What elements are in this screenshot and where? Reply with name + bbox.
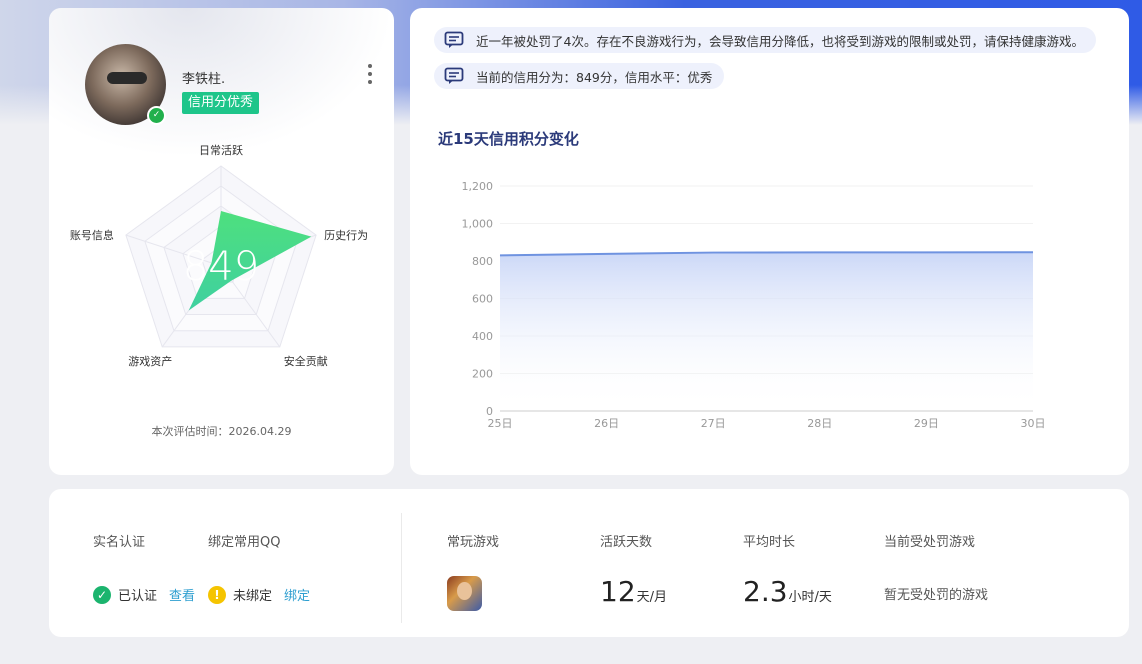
y-tick-label: 600 (472, 293, 493, 306)
credit-level-badge: 信用分优秀 (182, 92, 260, 114)
penalty-notice-text: 近一年被处罚了4次。存在不良游戏行为，会导致信用分降低，也将受到游戏的限制或处罚… (476, 33, 1084, 49)
radar-axis-label: 安全贡献 (284, 354, 328, 368)
radar-axis-label: 游戏资产 (128, 354, 172, 368)
game-icon[interactable] (447, 576, 482, 611)
penalty-notice: 近一年被处罚了4次。存在不良游戏行为，会导致信用分降低，也将受到游戏的限制或处罚… (434, 27, 1096, 53)
x-tick-label: 25日 (488, 417, 513, 430)
radar-axis-label: 历史行为 (324, 229, 368, 242)
warning-circle-icon: ! (208, 585, 226, 604)
qq-status-text: 未绑定 (233, 589, 273, 604)
x-tick-label: 30日 (1021, 417, 1046, 430)
x-tick-label: 26日 (594, 417, 619, 430)
x-tick-label: 27日 (701, 417, 726, 430)
current-score-notice: 当前的信用分为：849分，信用水平：优秀 (434, 63, 725, 89)
current-score-text: 当前的信用分为：849分，信用水平：优秀 (476, 69, 713, 85)
y-tick-label: 400 (472, 330, 493, 343)
bind-qq-link[interactable]: 绑定 (284, 585, 310, 604)
wechat-icon: ✓ (147, 106, 166, 125)
y-tick-label: 1,000 (462, 218, 494, 231)
realname-status-text: 已认证 (118, 589, 158, 604)
y-tick-label: 800 (472, 255, 493, 268)
radar-score: 849 (183, 244, 259, 290)
credit-radar-chart: 849 日常活跃历史行为安全贡献 游戏资产 账号信息 (70, 143, 368, 368)
y-tick-label: 200 (472, 368, 493, 381)
credit-chart-card: 近一年被处罚了4次。存在不良游戏行为，会导致信用分降低，也将受到游戏的限制或处罚… (410, 8, 1129, 475)
y-tick-label: 1,200 (462, 180, 494, 193)
qq-label: 绑定常用QQ (208, 535, 281, 550)
realname-status: ✓ 已认证 查看 (93, 585, 195, 604)
check-circle-icon: ✓ (93, 585, 111, 604)
active-days-value: 12 (600, 575, 636, 608)
realname-label: 实名认证 (93, 535, 146, 550)
view-realname-link[interactable]: 查看 (169, 585, 195, 604)
x-tick-label: 29日 (914, 417, 939, 430)
section-divider (401, 513, 402, 623)
more-options-icon[interactable] (365, 64, 375, 84)
radar-axis-label: 日常活跃 (199, 143, 243, 157)
chart-area (500, 252, 1033, 411)
active-days: 12 天/月 (600, 575, 667, 608)
qq-status: ! 未绑定 绑定 (208, 585, 310, 604)
message-icon (444, 67, 464, 84)
account-info-card: 实名认证 绑定常用QQ ✓ 已认证 查看 ! 未绑定 绑定 常玩游戏 活跃天数 … (49, 489, 1129, 637)
frequent-game-label: 常玩游戏 (447, 535, 500, 550)
avg-duration-unit: 小时/天 (788, 590, 832, 605)
user-name: 李铁柱. (182, 72, 226, 87)
active-days-label: 活跃天数 (600, 535, 653, 550)
avg-duration: 2.3 小时/天 (743, 575, 832, 608)
radar-axis-label: 账号信息 (70, 228, 114, 242)
chart-title: 近15天信用积分变化 (438, 130, 579, 148)
message-icon (444, 31, 464, 48)
penalty-game-label: 当前受处罚游戏 (884, 535, 976, 550)
active-days-unit: 天/月 (636, 590, 668, 605)
avg-duration-label: 平均时长 (743, 535, 796, 550)
avg-duration-value: 2.3 (743, 575, 788, 608)
credit-trend-chart: 02004006008001,0001,20025日 26日 27日 28日 29日 30… (462, 180, 1046, 430)
evaluation-time: 本次评估时间：2026.04.29 (151, 425, 292, 438)
x-tick-label: 28日 (807, 417, 832, 430)
penalty-game-value: 暂无受处罚的游戏 (884, 588, 989, 603)
profile-card: ✓ 李铁柱. 信用分优秀 849 日常活跃历史行为安全贡献 游戏资产 账号信息 本次评… (49, 8, 394, 475)
